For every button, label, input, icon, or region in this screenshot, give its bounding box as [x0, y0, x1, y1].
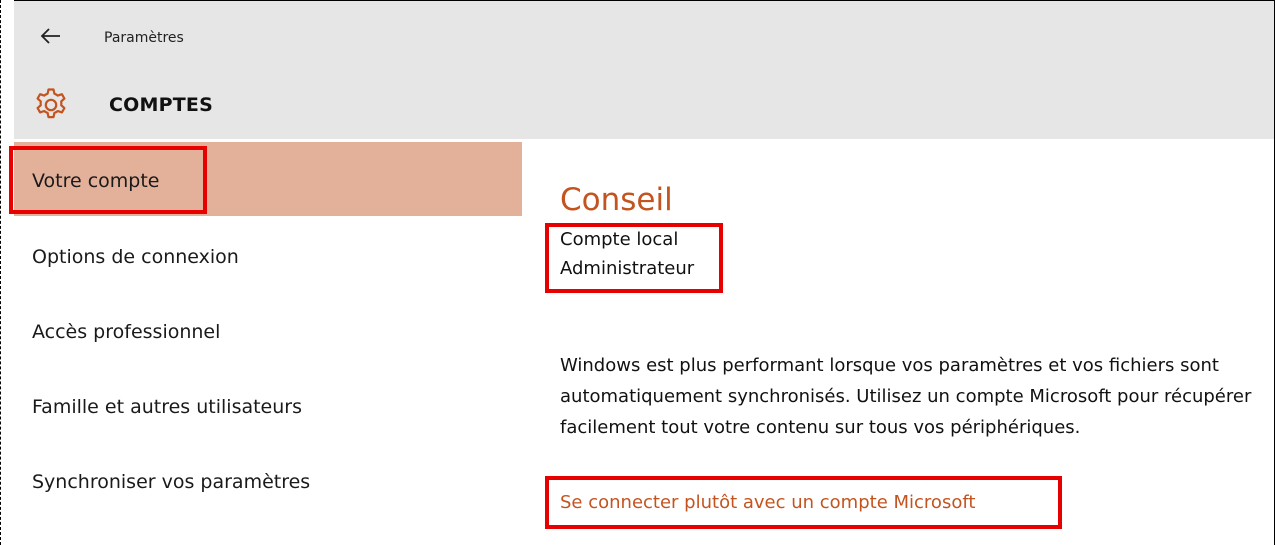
frame-left-border [0, 0, 2, 545]
settings-header: Paramètres COMPTES [14, 1, 1274, 139]
sync-description: Windows est plus performant lorsque vos … [560, 355, 1252, 438]
sidebar-item-label: Famille et autres utilisateurs [32, 396, 302, 418]
sidebar-item-label: Accès professionnel [32, 321, 221, 343]
sidebar-item-label: Options de connexion [32, 246, 239, 268]
sidebar-item-synchroniser[interactable]: Synchroniser vos paramètres [14, 447, 522, 521]
microsoft-signin-link[interactable]: Se connecter plutôt avec un compte Micro… [560, 492, 975, 513]
sidebar-item-acces-professionnel[interactable]: Accès professionnel [14, 297, 522, 371]
back-button[interactable] [40, 25, 62, 47]
sidebar-item-options-connexion[interactable]: Options de connexion [14, 222, 522, 296]
app-title: Paramètres [104, 30, 184, 46]
sidebar-nav: Votre compte Options de connexion Accès … [14, 142, 522, 545]
sidebar-item-label: Votre compte [32, 170, 160, 192]
gear-icon [36, 88, 66, 119]
section-title: Conseil [560, 182, 673, 218]
sidebar-item-famille[interactable]: Famille et autres utilisateurs [14, 372, 522, 446]
sidebar-item-votre-compte[interactable]: Votre compte [14, 142, 522, 216]
page-title: COMPTES [109, 94, 213, 116]
back-arrow-icon [40, 28, 60, 44]
account-type: Compte local [560, 229, 679, 250]
sidebar-item-label: Synchroniser vos paramètres [32, 471, 311, 493]
account-panel: Conseil Compte local Administrateur Wind… [522, 142, 1274, 545]
account-role: Administrateur [560, 258, 695, 279]
